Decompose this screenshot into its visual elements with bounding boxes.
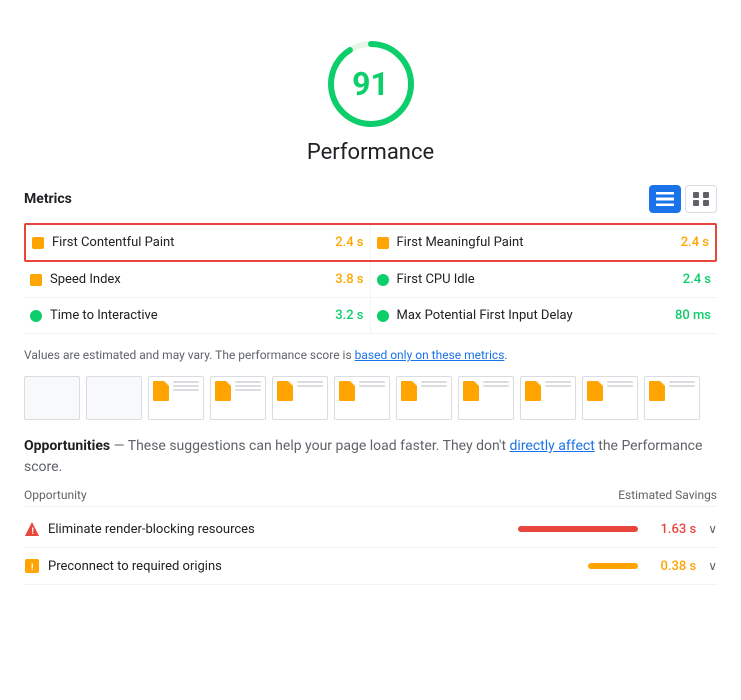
metric-cell-mpfid: Max Potential First Input Delay 80 ms — [371, 298, 718, 333]
si-name: Speed Index — [50, 272, 327, 287]
fmp-dot — [377, 237, 389, 249]
svg-text:!: ! — [32, 527, 34, 537]
fcp-value: 2.4 s — [335, 235, 363, 250]
opp-name-preconnect: Preconnect to required origins — [48, 559, 580, 574]
frame-doc-icon — [587, 381, 603, 401]
view-toggle — [649, 185, 717, 213]
mpfid-value: 80 ms — [675, 308, 711, 323]
frame-lines — [297, 381, 323, 389]
svg-text:!: ! — [31, 563, 33, 573]
warning-triangle-icon: ! — [24, 521, 40, 537]
metric-row-si: Speed Index 3.8 s First CPU Idle 2.4 s — [24, 262, 717, 298]
frame-lines — [607, 381, 633, 389]
opportunities-subtitle: — These suggestions can help your page l… — [110, 438, 509, 454]
warning-square-icon: ! — [24, 558, 40, 574]
metric-row-tti: Time to Interactive 3.2 s Max Potential … — [24, 298, 717, 334]
opportunities-columns: Opportunity Estimated Savings — [24, 484, 717, 507]
metrics-header: Metrics — [24, 185, 717, 213]
tti-value: 3.2 s — [335, 308, 363, 323]
filmstrip-frame — [520, 376, 576, 420]
fci-dot — [377, 274, 389, 286]
opp-bar-render: 1.63 s ∨ — [518, 522, 717, 537]
directly-affect-link[interactable]: directly affect — [510, 438, 595, 454]
frame-lines — [235, 381, 261, 393]
opp-name-render: Eliminate render-blocking resources — [48, 522, 510, 537]
fci-value: 2.4 s — [683, 272, 711, 287]
fcp-name: First Contentful Paint — [52, 235, 327, 250]
frame-lines — [173, 381, 199, 393]
metric-row-fcp: First Contentful Paint 2.4 s First Meani… — [24, 223, 717, 262]
frame-doc-icon — [463, 381, 479, 401]
metric-cell-si: Speed Index 3.8 s — [24, 262, 371, 297]
frame-lines — [669, 381, 695, 389]
filmstrip-frame — [458, 376, 514, 420]
frame-doc-icon — [153, 381, 169, 401]
tti-dot — [30, 310, 42, 322]
chevron-down-icon: ∨ — [708, 559, 717, 573]
mpfid-name: Max Potential First Input Delay — [397, 308, 667, 323]
filmstrip-frame — [148, 376, 204, 420]
fci-name: First CPU Idle — [397, 272, 675, 287]
score-section: 91 Performance — [24, 20, 717, 177]
performance-label: Performance — [307, 140, 434, 165]
filmstrip-frame — [272, 376, 328, 420]
metric-cell-fci: First CPU Idle 2.4 s — [371, 262, 718, 297]
opp-bar-preconnect: 0.38 s ∨ — [588, 559, 717, 574]
opp-value-preconnect: 0.38 s — [646, 559, 696, 574]
col-savings: Estimated Savings — [618, 488, 717, 502]
frame-lines — [545, 381, 571, 389]
si-dot — [30, 274, 42, 286]
opp-bar-orange — [588, 563, 638, 569]
frame-lines — [359, 381, 385, 389]
list-view-button[interactable] — [649, 185, 681, 213]
frame-doc-icon — [525, 381, 541, 401]
grid-view-button[interactable] — [685, 185, 717, 213]
filmstrip-frame — [396, 376, 452, 420]
frame-doc-icon — [215, 381, 231, 401]
tti-name: Time to Interactive — [50, 308, 327, 323]
frame-doc-icon — [339, 381, 355, 401]
opp-value-render: 1.63 s — [646, 522, 696, 537]
opp-item-render-blocking[interactable]: ! Eliminate render-blocking resources 1.… — [24, 511, 717, 548]
metric-cell-fmp: First Meaningful Paint 2.4 s — [371, 225, 716, 260]
mpfid-dot — [377, 310, 389, 322]
filmstrip-frame — [24, 376, 80, 420]
score-circle: 91 — [323, 36, 419, 132]
si-value: 3.8 s — [335, 272, 363, 287]
filmstrip-frame — [210, 376, 266, 420]
opportunities-header: Opportunities — These suggestions can he… — [24, 436, 717, 478]
filmstrip-frame — [86, 376, 142, 420]
notice-text: Values are estimated and may vary. The p… — [24, 346, 717, 364]
fmp-value: 2.4 s — [681, 235, 709, 250]
frame-lines — [421, 381, 447, 389]
opp-bar-red — [518, 526, 638, 532]
metrics-grid: First Contentful Paint 2.4 s First Meani… — [24, 223, 717, 334]
filmstrip-frame — [582, 376, 638, 420]
chevron-down-icon: ∨ — [708, 522, 717, 536]
opportunities-title: Opportunities — [24, 438, 110, 454]
filmstrip-frame — [644, 376, 700, 420]
filmstrip-frame — [334, 376, 390, 420]
frame-doc-icon — [401, 381, 417, 401]
opp-item-preconnect[interactable]: ! Preconnect to required origins 0.38 s … — [24, 548, 717, 585]
frame-doc-icon — [649, 381, 665, 401]
metrics-link[interactable]: based only on these metrics — [355, 348, 505, 362]
frame-lines — [483, 381, 509, 389]
score-value: 91 — [352, 65, 389, 103]
col-opportunity: Opportunity — [24, 488, 87, 502]
frame-doc-icon — [277, 381, 293, 401]
metric-cell-fcp: First Contentful Paint 2.4 s — [26, 225, 371, 260]
filmstrip — [24, 376, 717, 420]
metric-cell-tti: Time to Interactive 3.2 s — [24, 298, 371, 333]
fmp-name: First Meaningful Paint — [397, 235, 673, 250]
metrics-title: Metrics — [24, 191, 72, 207]
fcp-dot — [32, 237, 44, 249]
